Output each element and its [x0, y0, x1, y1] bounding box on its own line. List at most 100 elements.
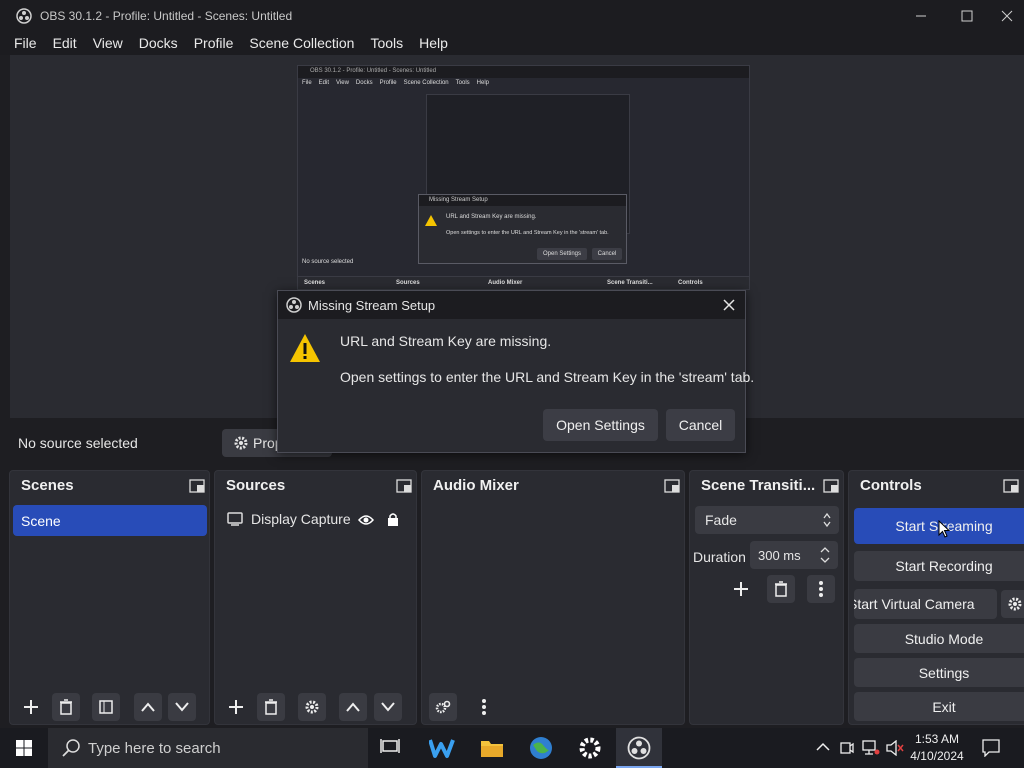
search-placeholder: Type here to search — [88, 739, 221, 757]
dock-undock-icon[interactable] — [189, 479, 205, 493]
menu-file[interactable]: File — [6, 35, 45, 51]
controls-dock: Controls Start Streaming Start Recording… — [848, 470, 1024, 725]
maximize-button[interactable] — [944, 0, 990, 31]
menu-docks[interactable]: Docks — [131, 35, 186, 51]
studio-mode-button[interactable]: Studio Mode — [854, 624, 1024, 653]
scene-item[interactable]: Scene — [13, 505, 207, 536]
taskbar-app-settings[interactable] — [578, 736, 602, 763]
taskbar-app-explorer[interactable] — [480, 738, 504, 761]
notifications-icon[interactable] — [982, 739, 1000, 757]
dock-undock-icon[interactable] — [823, 479, 839, 493]
taskbar: Type here to search 1:53 AM 4/10/2024 — [0, 728, 1024, 768]
add-transition-button[interactable] — [727, 575, 755, 603]
obs-logo-icon — [627, 736, 651, 760]
nested-menu-item: Help — [476, 80, 489, 86]
taskbar-search[interactable]: Type here to search — [48, 728, 368, 768]
start-recording-button[interactable]: Start Recording — [854, 551, 1024, 581]
remove-transition-button[interactable] — [767, 575, 795, 603]
no-source-label: No source selected — [18, 435, 138, 451]
camera-icon[interactable] — [840, 740, 854, 756]
whiteboard-app-icon — [428, 739, 455, 758]
window-title: OBS 30.1.2 - Profile: Untitled - Scenes:… — [40, 8, 293, 23]
windows-logo-icon — [16, 740, 32, 756]
nested-menu-item: Docks — [355, 80, 373, 86]
nested-status: No source selected — [302, 259, 354, 265]
nested-menu-item: File — [302, 80, 312, 86]
source-item-label: Display Capture — [251, 511, 351, 527]
nested-menu-item: Scene Collection — [403, 80, 449, 86]
audio-menu-button[interactable] — [470, 693, 498, 721]
scenes-title: Scenes — [21, 477, 74, 494]
dock-undock-icon[interactable] — [396, 479, 412, 493]
kebab-menu-icon — [819, 581, 823, 597]
monitor-icon — [227, 512, 243, 526]
open-settings-button[interactable]: Open Settings — [543, 409, 658, 441]
gear-icon — [305, 700, 319, 714]
cancel-button[interactable]: Cancel — [666, 409, 735, 441]
move-source-up-button[interactable] — [339, 693, 367, 721]
add-source-button[interactable] — [222, 693, 250, 721]
nested-docks: Scenes Sources Audio Mixer Scene Transit… — [298, 276, 749, 289]
menu-scene-collection[interactable]: Scene Collection — [241, 35, 362, 51]
task-view-button[interactable] — [380, 736, 400, 759]
start-virtual-camera-button[interactable]: Start Virtual Camera — [854, 589, 997, 619]
close-icon — [1001, 10, 1013, 21]
advanced-audio-button[interactable] — [429, 693, 457, 721]
menu-profile[interactable]: Profile — [186, 35, 242, 51]
remove-source-button[interactable] — [257, 693, 285, 721]
chevron-up-icon — [346, 702, 360, 712]
add-scene-button[interactable] — [17, 693, 45, 721]
taskbar-app-browser[interactable] — [529, 736, 553, 763]
obs-logo-icon — [16, 7, 32, 24]
plus-icon — [229, 700, 243, 714]
warning-icon — [290, 334, 320, 362]
nested-title: OBS 30.1.2 - Profile: Untitled - Scenes:… — [298, 66, 749, 78]
chevron-up-icon[interactable] — [816, 742, 830, 752]
mouse-cursor-icon — [938, 520, 950, 538]
close-window-button[interactable] — [990, 0, 1024, 31]
duration-spinbox[interactable]: 300 ms — [750, 541, 838, 569]
exit-button[interactable]: Exit — [854, 692, 1024, 721]
dock-undock-icon[interactable] — [1003, 479, 1019, 493]
menu-edit[interactable]: Edit — [45, 35, 85, 51]
menu-tools[interactable]: Tools — [362, 35, 411, 51]
settings-button[interactable]: Settings — [854, 658, 1024, 687]
dock-undock-icon[interactable] — [664, 479, 680, 493]
minimize-button[interactable] — [898, 0, 944, 31]
nested-dock-title: Scenes — [304, 280, 326, 286]
taskbar-clock[interactable]: 1:53 AM 4/10/2024 — [906, 731, 968, 765]
taskbar-app-obs[interactable] — [616, 728, 662, 768]
menu-help[interactable]: Help — [411, 35, 456, 51]
eye-icon[interactable] — [358, 514, 374, 526]
speaker-muted-icon[interactable] — [886, 740, 904, 756]
scene-filters-button[interactable] — [92, 693, 120, 721]
move-source-down-button[interactable] — [374, 693, 402, 721]
nested-dock-title: Audio Mixer — [488, 280, 523, 286]
dialog-titlebar: Missing Stream Setup — [278, 291, 745, 319]
settings-gear-icon — [579, 737, 601, 759]
minimize-icon — [916, 15, 926, 16]
remove-scene-button[interactable] — [52, 693, 80, 721]
move-scene-down-button[interactable] — [168, 693, 196, 721]
gears-icon — [435, 700, 451, 714]
transition-select[interactable]: Fade — [695, 506, 839, 534]
duration-value: 300 ms — [758, 547, 801, 563]
transition-menu-button[interactable] — [807, 575, 835, 603]
move-scene-up-button[interactable] — [134, 693, 162, 721]
nested-menu-item: Tools — [455, 80, 470, 86]
taskbar-app-whiteboard[interactable] — [428, 736, 455, 763]
lock-icon[interactable] — [387, 512, 399, 526]
search-icon — [62, 739, 80, 757]
source-item[interactable]: Display Capture — [227, 511, 351, 527]
network-icon[interactable] — [862, 740, 880, 756]
menu-bar: File Edit View Docks Profile Scene Colle… — [0, 31, 1024, 55]
start-button[interactable] — [0, 728, 48, 768]
virtual-camera-settings-button[interactable] — [1001, 590, 1024, 618]
menu-view[interactable]: View — [85, 35, 131, 51]
sources-title: Sources — [226, 477, 286, 494]
dialog-close-icon[interactable] — [723, 299, 735, 311]
clock-time: 1:53 AM — [914, 732, 960, 746]
nested-dock-title: Sources — [396, 280, 420, 286]
source-properties-button[interactable] — [298, 693, 326, 721]
spin-arrows-icon[interactable] — [820, 547, 830, 563]
